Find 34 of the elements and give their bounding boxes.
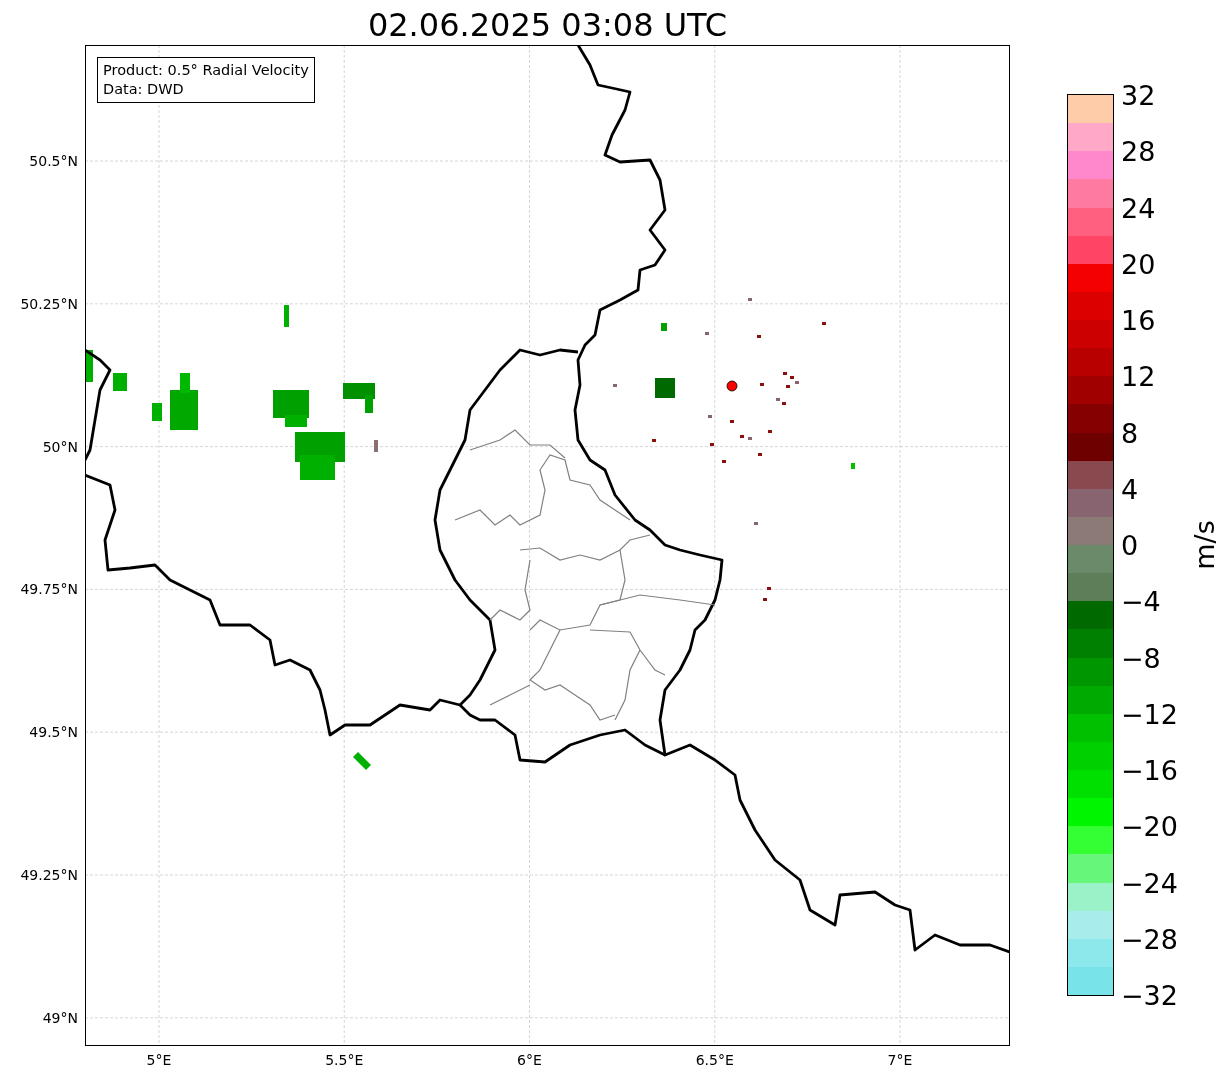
colorbar-tick-label: −28 bbox=[1120, 923, 1178, 955]
longitude-label: 7°E bbox=[887, 1052, 913, 1068]
colorbar-tick-label: 28 bbox=[1120, 135, 1156, 167]
colorbar-tick-label: −4 bbox=[1120, 585, 1161, 617]
colorbar-tick-label: 24 bbox=[1120, 192, 1156, 223]
longitude-label: 5.5°E bbox=[325, 1052, 364, 1068]
colorbar-tick-label: 16 bbox=[1120, 304, 1156, 336]
longitude-label: 5°E bbox=[146, 1052, 172, 1068]
latitude-label: 50.25°N bbox=[20, 295, 78, 312]
info-text: Product: 0.5° Radial Velocity bbox=[103, 61, 309, 80]
longitude-label: 6.5°E bbox=[695, 1052, 734, 1068]
latitude-label: 49.25°N bbox=[20, 867, 78, 883]
colorbar-tick-label: −20 bbox=[1120, 810, 1178, 842]
colorbar-unit-label: m/s bbox=[1189, 520, 1221, 570]
colorbar-tick-label: −12 bbox=[1120, 698, 1178, 730]
colorbar-tick-label: −24 bbox=[1120, 867, 1178, 898]
colorbar-tick-label: −16 bbox=[1120, 754, 1178, 786]
longitude-label: 6°E bbox=[517, 1052, 542, 1068]
latitude-label: 49.75°N bbox=[20, 581, 78, 598]
chart-title: 02.06.2025 03:08 UTC bbox=[366, 5, 729, 45]
colorbar-tick-label: 0 bbox=[1120, 529, 1139, 561]
latitude-label: 50°N bbox=[42, 438, 78, 455]
colorbar-tick-label: −8 bbox=[1120, 642, 1161, 673]
colorbar-tick-label: 4 bbox=[1120, 473, 1139, 505]
radar-site-marker bbox=[726, 380, 738, 392]
latitude-label: 49°N bbox=[42, 1009, 78, 1026]
latitude-label: 50.5°N bbox=[29, 153, 78, 169]
colorbar-tick-label: −32 bbox=[1120, 979, 1178, 1011]
colorbar-tick-label: 20 bbox=[1120, 248, 1156, 280]
colorbar-tick-label: 12 bbox=[1120, 360, 1156, 392]
colorbar-tick-label: 8 bbox=[1120, 417, 1139, 448]
colorbar-tick-label: 32 bbox=[1120, 79, 1156, 111]
info-text: Data: DWD bbox=[103, 80, 185, 99]
latitude-label: 49.5°N bbox=[29, 724, 78, 741]
